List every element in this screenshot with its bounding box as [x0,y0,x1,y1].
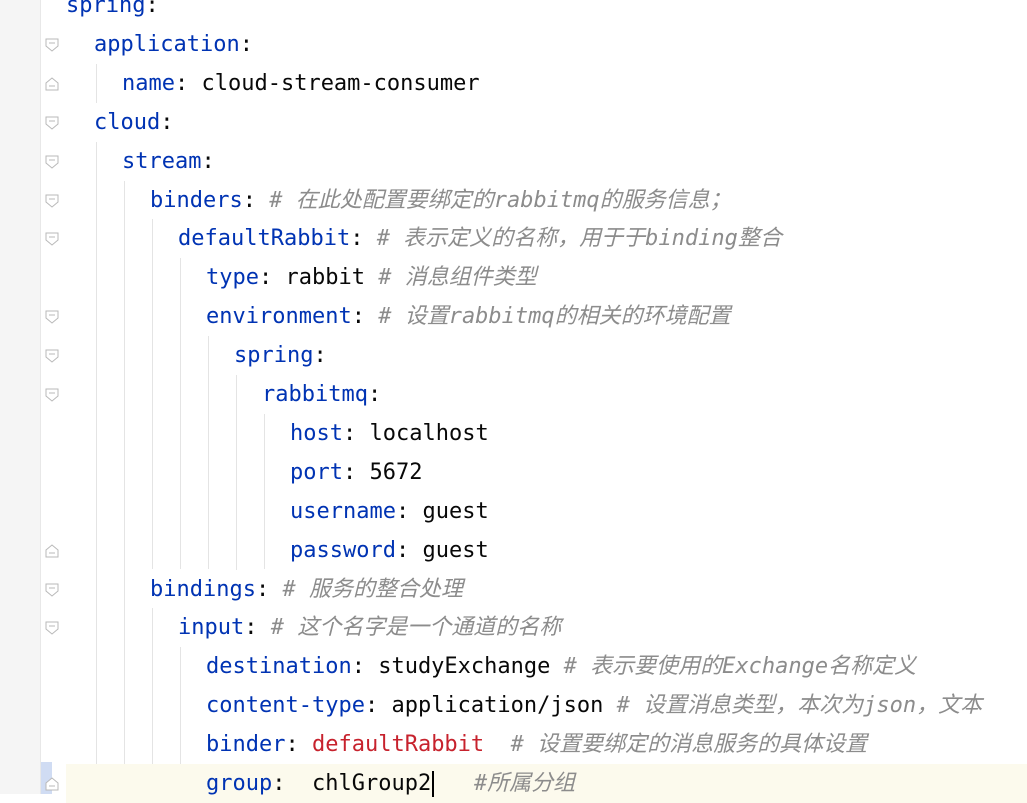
yaml-key: binder [206,732,286,758]
yaml-key: host [290,420,343,446]
fold-collapse-icon[interactable] [44,348,60,364]
yaml-value: guest [422,498,489,524]
fold-collapse-icon[interactable] [44,309,60,325]
yaml-key: rabbitmq [262,382,368,407]
yaml-comment: #所属分组 [434,771,576,796]
code-line[interactable]: bindings: # 服务的整合处理 [66,570,1027,609]
fold-collapse-icon[interactable] [44,620,60,636]
code-line[interactable]: host: localhost [66,414,1027,453]
fold-collapse-icon[interactable] [44,387,60,403]
yaml-separator: : [313,343,327,369]
yaml-comment: # 设置消息类型，本次为json，文本 [616,693,983,719]
code-line[interactable]: group: chlGroup2 #所属分组 [66,764,1027,803]
yaml-key: destination [206,654,352,680]
yaml-separator: : [174,70,202,96]
code-line[interactable]: spring: [66,0,1027,25]
yaml-separator: : [351,654,379,680]
code-line[interactable]: spring: [66,336,1027,375]
fold-end-icon[interactable] [44,776,60,792]
code-line[interactable]: binder: defaultRabbit # 设置要绑定的消息服务的具体设置 [66,725,1027,764]
fold-collapse-icon[interactable] [44,193,60,209]
yaml-value: guest [422,537,489,563]
yaml-key: stream [122,148,202,174]
code-line[interactable]: password: guest [66,531,1027,570]
yaml-separator: : [364,693,392,719]
code-line[interactable]: content-type: application/json # 设置消息类型，… [66,686,1027,725]
yaml-value: application/json [391,693,617,719]
yaml-comment: # 服务的整合处理 [282,576,463,602]
yaml-separator: : [285,732,312,758]
code-line[interactable]: environment: # 设置rabbitmq的相关的环境配置 [66,297,1027,336]
yaml-key: username [290,498,396,524]
code-line[interactable]: defaultRabbit: # 表示定义的名称，用于于binding整合 [66,219,1027,258]
code-line[interactable]: application: [66,25,1027,64]
gutter-divider [40,0,41,794]
code-line[interactable]: cloud: [66,103,1027,142]
fold-end-icon[interactable] [44,76,60,92]
code-editor[interactable]: spring: application: name: cloud-stream-co… [66,0,1027,803]
yaml-key: cloud [94,109,161,135]
yaml-comment: # 设置要绑定的消息服务的具体设置 [484,732,868,758]
yaml-separator: : [242,187,270,213]
yaml-key: application [94,31,240,57]
code-line[interactable]: port: 5672 [66,453,1027,492]
yaml-separator: : [395,537,423,563]
code-line[interactable]: destination: studyExchange # 表示要使用的Excha… [66,647,1027,686]
yaml-key: type [206,265,259,291]
yaml-separator: : [272,771,312,796]
yaml-separator: : [244,615,271,641]
fold-collapse-icon[interactable] [44,115,60,131]
yaml-comment: # 这个名字是一个通道的名称 [270,615,562,641]
yaml-key: content-type [206,693,365,719]
fold-collapse-icon[interactable] [44,231,60,247]
yaml-value: localhost [369,420,489,446]
code-line[interactable]: binders: # 在此处配置要绑定的rabbitmq的服务信息； [66,181,1027,220]
yaml-separator: : [367,382,382,407]
yaml-separator: : [342,420,370,446]
fold-collapse-icon[interactable] [44,154,60,170]
yaml-key: environment [206,304,352,330]
yaml-key: spring [234,343,314,369]
yaml-key: defaultRabbit [178,226,351,252]
yaml-key: binders [150,187,243,213]
yaml-separator: : [342,459,370,485]
yaml-value: rabbit [285,265,379,291]
yaml-comment: # 消息组件类型 [378,265,537,291]
yaml-separator: : [145,0,159,18]
yaml-comment: # 在此处配置要绑定的rabbitmq的服务信息； [269,187,732,213]
yaml-key: password [290,537,396,563]
yaml-separator: : [351,304,379,330]
yaml-separator: : [201,148,215,174]
fold-end-icon[interactable] [44,543,60,559]
code-line[interactable]: name: cloud-stream-consumer [66,64,1027,103]
yaml-value: cloud-stream-consumer [201,70,480,96]
yaml-value: defaultRabbit [311,732,485,758]
yaml-separator: : [160,109,174,135]
yaml-value: studyExchange [378,654,564,680]
yaml-key: bindings [150,576,256,602]
yaml-separator: : [395,498,423,524]
yaml-separator: : [350,226,377,252]
yaml-comment: # 设置rabbitmq的相关的环境配置 [378,304,731,330]
code-line[interactable]: username: guest [66,492,1027,531]
code-line[interactable]: type: rabbit # 消息组件类型 [66,258,1027,297]
yaml-key: port [290,459,343,485]
yaml-comment: # 表示要使用的Exchange名称定义 [563,654,917,680]
code-line[interactable]: stream: [66,142,1027,181]
fold-collapse-icon[interactable] [44,582,60,598]
yaml-key: spring [66,0,146,18]
yaml-value: chlGroup2 [311,771,432,796]
yaml-key: name [122,70,175,96]
code-line[interactable]: input: # 这个名字是一个通道的名称 [66,608,1027,647]
yaml-key: input [178,615,245,641]
fold-collapse-icon[interactable] [44,37,60,53]
code-line[interactable]: rabbitmq: [66,375,1027,414]
yaml-separator: : [258,265,286,291]
yaml-key: group [206,771,273,796]
yaml-separator: : [239,31,253,57]
yaml-comment: # 表示定义的名称，用于于binding整合 [376,226,782,252]
yaml-separator: : [255,576,283,602]
yaml-value: 5672 [369,459,423,485]
editor-gutter [0,0,40,794]
